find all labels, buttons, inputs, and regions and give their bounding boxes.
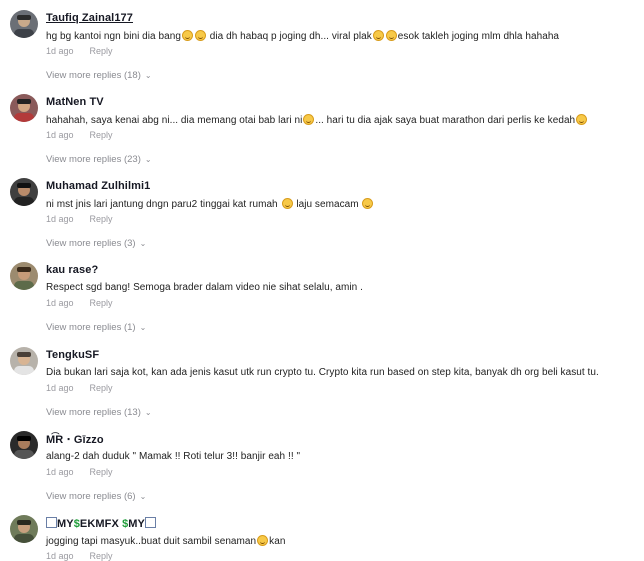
comment-meta: 1d ago Reply xyxy=(46,46,113,56)
laughing-emoji-icon xyxy=(303,114,315,125)
avatar[interactable] xyxy=(10,262,38,290)
avatar[interactable] xyxy=(10,178,38,206)
view-more-replies-button[interactable]: View more replies (18) ⌄ xyxy=(46,70,152,81)
comment-text: jogging tapi masyuk..buat duit sambil se… xyxy=(46,535,286,547)
chevron-down-icon: ⌄ xyxy=(139,323,147,332)
avatar[interactable] xyxy=(10,431,38,459)
view-more-replies-button[interactable]: View more replies (1) ⌄ xyxy=(46,322,146,333)
comment-time: 1d ago xyxy=(46,551,74,561)
avatar[interactable] xyxy=(10,10,38,38)
chevron-down-icon: ⌄ xyxy=(139,239,147,248)
reply-button[interactable]: Reply xyxy=(90,130,113,140)
comment-meta: 1d ago Reply xyxy=(46,467,113,477)
comment-username[interactable]: MY$EKMFX $MY xyxy=(46,517,156,530)
reply-button[interactable]: Reply xyxy=(90,383,113,393)
chart-increasing-icon xyxy=(46,517,57,528)
comment-list: Taufiq Zainal177 hg bg kantoi ngn bini d… xyxy=(0,0,644,561)
comment-meta: 1d ago Reply xyxy=(46,383,113,393)
comment-meta: 1d ago Reply xyxy=(46,130,113,140)
laughing-emoji-icon xyxy=(385,30,397,41)
comment-time: 1d ago xyxy=(46,383,74,393)
comment-text: hg bg kantoi ngn bini dia bang dia dh ha… xyxy=(46,30,560,42)
comment-username[interactable]: MatNen TV xyxy=(46,96,104,108)
comment-text: ni mst jnis lari jantung dngn paru2 ting… xyxy=(46,198,374,210)
chevron-down-icon: ⌄ xyxy=(144,408,152,417)
comment-username[interactable]: M͡R ⋅ Gīzzo xyxy=(46,433,104,446)
view-more-replies-button[interactable]: View more replies (23) ⌄ xyxy=(46,154,152,165)
comment-text: Respect sgd bang! Semoga brader dalam vi… xyxy=(46,282,363,293)
view-more-replies-button[interactable]: View more replies (6) ⌄ xyxy=(46,491,146,502)
avatar[interactable] xyxy=(10,94,38,122)
comment-username[interactable]: kau rase? xyxy=(46,264,98,276)
laughing-emoji-icon xyxy=(181,30,193,41)
reply-button[interactable]: Reply xyxy=(90,298,113,308)
comment-text: hahahah, saya kenai abg ni... dia memang… xyxy=(46,114,588,126)
laughing-emoji-icon xyxy=(576,114,588,125)
comment-meta: 1d ago Reply xyxy=(46,214,113,224)
chevron-down-icon: ⌄ xyxy=(144,155,152,164)
comment-meta: 1d ago Reply xyxy=(46,551,113,561)
comment-time: 1d ago xyxy=(46,46,74,56)
view-more-replies-button[interactable]: View more replies (3) ⌄ xyxy=(46,238,146,249)
comment-time: 1d ago xyxy=(46,467,74,477)
avatar[interactable] xyxy=(10,515,38,543)
chevron-down-icon: ⌄ xyxy=(144,71,152,80)
comment-time: 1d ago xyxy=(46,130,74,140)
comment-text: alang-2 dah duduk " Mamak !! Roti telur … xyxy=(46,451,301,462)
avatar[interactable] xyxy=(10,347,38,375)
reply-button[interactable]: Reply xyxy=(90,214,113,224)
comment-meta: 1d ago Reply xyxy=(46,298,113,308)
reply-button[interactable]: Reply xyxy=(90,46,113,56)
comment-username[interactable]: Muhamad Zulhilmi1 xyxy=(46,180,150,192)
chart-decreasing-icon xyxy=(145,517,156,528)
view-more-replies-button[interactable]: View more replies (13) ⌄ xyxy=(46,407,152,418)
comment-time: 1d ago xyxy=(46,214,74,224)
laughing-emoji-icon xyxy=(194,30,206,41)
comment-username[interactable]: TengkuSF xyxy=(46,349,99,361)
comment-username[interactable]: Taufiq Zainal177 xyxy=(46,12,133,24)
comment-text: Dia bukan lari saja kot, kan ada jenis k… xyxy=(46,367,599,378)
chevron-down-icon: ⌄ xyxy=(139,492,147,501)
reply-button[interactable]: Reply xyxy=(90,551,113,561)
reply-button[interactable]: Reply xyxy=(90,467,113,477)
smiling-emoji-icon xyxy=(257,535,269,546)
laughing-emoji-icon xyxy=(281,198,293,209)
laughing-emoji-icon xyxy=(372,30,384,41)
laughing-emoji-icon xyxy=(362,198,374,209)
comment-time: 1d ago xyxy=(46,298,74,308)
